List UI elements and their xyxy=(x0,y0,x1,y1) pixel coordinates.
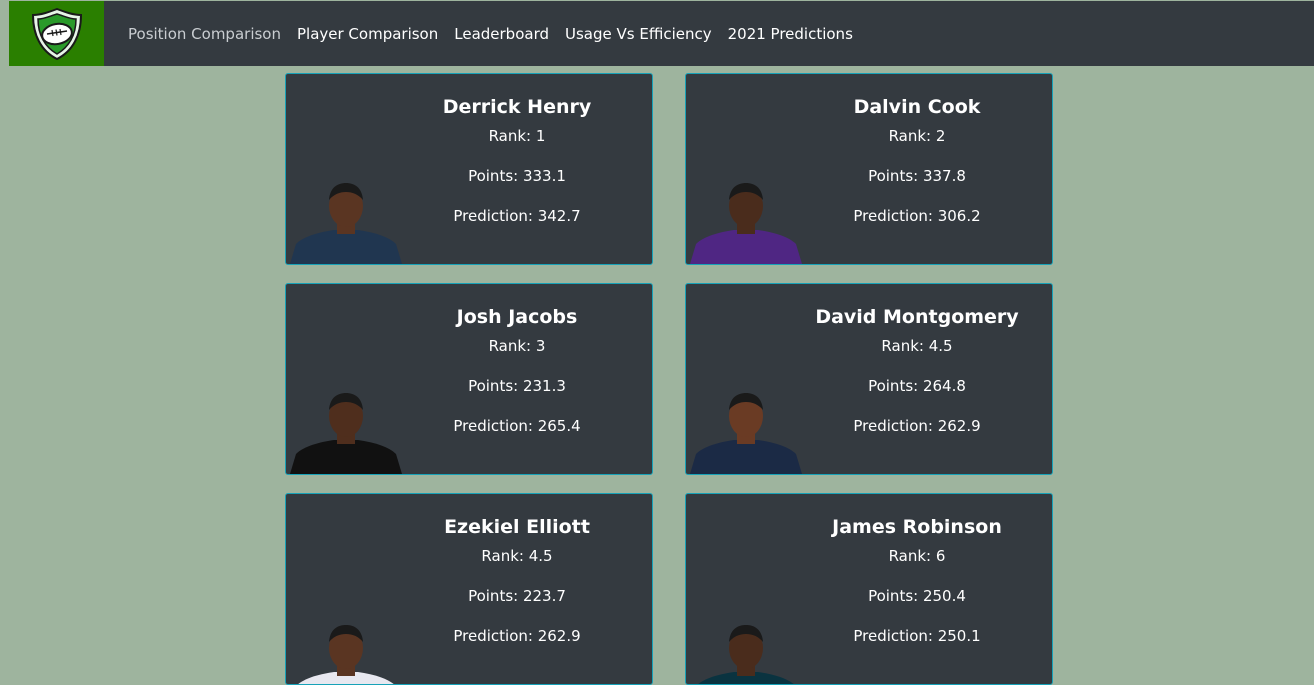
player-info: James Robinson Rank: 6 Points: 250.4 Pre… xyxy=(782,494,1052,646)
brand-logo[interactable] xyxy=(9,1,104,66)
player-rank: Rank: 4.5 xyxy=(881,337,953,355)
player-rank: Rank: 1 xyxy=(488,127,546,145)
player-rank: Rank: 3 xyxy=(488,337,546,355)
player-card[interactable]: Derrick Henry Rank: 1 Points: 333.1 Pred… xyxy=(285,73,653,265)
player-points: Points: 223.7 xyxy=(468,587,566,605)
nav-usage-vs-efficiency[interactable]: Usage Vs Efficiency xyxy=(565,25,712,43)
player-rank: Rank: 2 xyxy=(888,127,946,145)
player-card[interactable]: Dalvin Cook Rank: 2 Points: 337.8 Predic… xyxy=(685,73,1053,265)
player-name: Derrick Henry xyxy=(442,96,592,118)
player-card[interactable]: Josh Jacobs Rank: 3 Points: 231.3 Predic… xyxy=(285,283,653,475)
player-points: Points: 264.8 xyxy=(868,377,966,395)
player-points: Points: 337.8 xyxy=(868,167,966,185)
player-card[interactable]: David Montgomery Rank: 4.5 Points: 264.8… xyxy=(685,283,1053,475)
player-prediction: Prediction: 342.7 xyxy=(453,207,581,225)
player-card[interactable]: Ezekiel Elliott Rank: 4.5 Points: 223.7 … xyxy=(285,493,653,685)
player-prediction: Prediction: 250.1 xyxy=(853,627,981,645)
player-card[interactable]: James Robinson Rank: 6 Points: 250.4 Pre… xyxy=(685,493,1053,685)
nav-2021-predictions[interactable]: 2021 Predictions xyxy=(728,25,853,43)
player-name: James Robinson xyxy=(832,516,1002,538)
football-shield-icon xyxy=(31,7,82,60)
player-name: David Montgomery xyxy=(815,306,1019,328)
player-prediction: Prediction: 262.9 xyxy=(853,417,981,435)
nav-position-comparison[interactable]: Position Comparison xyxy=(128,25,281,43)
player-prediction: Prediction: 306.2 xyxy=(853,207,981,225)
player-rank: Rank: 6 xyxy=(888,547,946,565)
nav-links: Position Comparison Player Comparison Le… xyxy=(128,25,869,43)
player-name: Josh Jacobs xyxy=(456,306,578,328)
navbar: Position Comparison Player Comparison Le… xyxy=(9,1,1314,66)
player-name: Ezekiel Elliott xyxy=(444,516,590,538)
player-info: David Montgomery Rank: 4.5 Points: 264.8… xyxy=(782,284,1052,436)
player-info: Ezekiel Elliott Rank: 4.5 Points: 223.7 … xyxy=(382,494,652,646)
player-points: Points: 231.3 xyxy=(468,377,566,395)
player-points: Points: 333.1 xyxy=(468,167,566,185)
nav-player-comparison[interactable]: Player Comparison xyxy=(297,25,438,43)
player-info: Derrick Henry Rank: 1 Points: 333.1 Pred… xyxy=(382,74,652,226)
player-prediction: Prediction: 265.4 xyxy=(453,417,581,435)
nav-leaderboard[interactable]: Leaderboard xyxy=(454,25,549,43)
player-info: Dalvin Cook Rank: 2 Points: 337.8 Predic… xyxy=(782,74,1052,226)
player-points: Points: 250.4 xyxy=(868,587,966,605)
player-rank: Rank: 4.5 xyxy=(481,547,553,565)
player-info: Josh Jacobs Rank: 3 Points: 231.3 Predic… xyxy=(382,284,652,436)
player-name: Dalvin Cook xyxy=(853,96,981,118)
player-prediction: Prediction: 262.9 xyxy=(453,627,581,645)
